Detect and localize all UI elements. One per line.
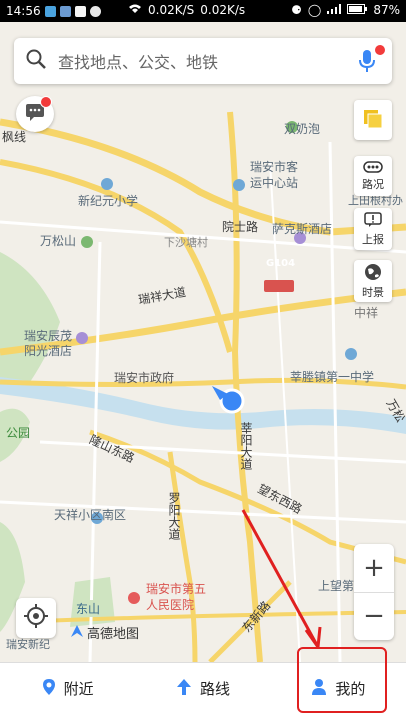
bluetooth-icon: ⚈ xyxy=(291,3,302,17)
map-label: 莘阳大道 xyxy=(239,422,253,470)
layers-button[interactable] xyxy=(354,100,392,140)
layers-icon xyxy=(362,108,384,133)
map-label: 瑞安市客 xyxy=(250,160,299,174)
globe-icon xyxy=(364,263,382,284)
status-bar: 14:56 0.02K/S 0.02K/s ⚈ ◯ 87% xyxy=(0,0,406,22)
map-view[interactable]: 枫线 双奶泡 瑞安市客 运中心站 上田根村办 新纪元小学 院士路 万松山 萨克斯… xyxy=(0,22,406,662)
message-button[interactable] xyxy=(16,96,54,132)
map-label: 运中心站 xyxy=(250,176,299,190)
map-label: 中祥 xyxy=(354,306,379,320)
map-label: 新纪元小学 xyxy=(78,194,139,208)
annotation-highlight xyxy=(297,647,387,713)
zoom-control: + − xyxy=(354,544,394,640)
street-view-button[interactable]: 时景 xyxy=(354,260,392,302)
tab-nearby-label: 附近 xyxy=(63,680,94,698)
traffic-label: 路况 xyxy=(362,177,384,191)
map-label: 下沙塘村 xyxy=(164,236,208,249)
speed-up: 0.02K/S xyxy=(148,3,195,17)
tab-route[interactable]: 路线 xyxy=(135,678,270,700)
report-button[interactable]: 上报 xyxy=(354,208,392,250)
app-icon xyxy=(59,5,71,17)
map-label: 阳光酒店 xyxy=(24,344,73,358)
gaode-logo-text: 高德地图 xyxy=(87,627,140,642)
wifi-icon xyxy=(128,3,142,17)
qq-icon xyxy=(89,5,101,17)
battery-level: 87% xyxy=(373,3,400,17)
zoom-out-button[interactable]: − xyxy=(354,593,394,639)
map-label: 东山 xyxy=(76,600,101,617)
map-label: 院士路 xyxy=(222,220,259,234)
map-label: 萨克斯酒店 xyxy=(272,222,333,236)
map-label: 瑞安市政府 xyxy=(114,371,175,385)
tab-nearby[interactable]: 附近 xyxy=(0,678,135,700)
pin-icon xyxy=(42,678,56,700)
map-label: 万松山 xyxy=(40,234,77,248)
alarm-icon: ◯ xyxy=(307,3,322,17)
map-label: 瑞安市第五 xyxy=(146,582,207,596)
map-label: 罗阳大道 xyxy=(167,492,181,540)
map-label: 天祥小区南区 xyxy=(54,508,127,522)
notification-dot xyxy=(374,44,386,56)
traffic-icon xyxy=(363,160,383,176)
tab-route-label: 路线 xyxy=(199,680,230,698)
battery-icon xyxy=(347,3,368,17)
speed-down: 0.02K/s xyxy=(200,3,246,17)
search-icon xyxy=(26,49,46,73)
map-label: 莘塍镇第一中学 xyxy=(290,370,375,384)
map-label: 人民医院 xyxy=(146,598,195,612)
route-arrow-icon xyxy=(176,678,192,700)
notification-dot xyxy=(40,96,52,108)
crosshair-icon xyxy=(24,604,48,632)
signal-icon xyxy=(327,3,342,17)
street-view-label: 时景 xyxy=(362,285,384,299)
locate-button[interactable] xyxy=(16,598,56,638)
app-icon xyxy=(44,5,56,17)
map-label: 公园 xyxy=(6,426,31,440)
traffic-button[interactable]: 路况 xyxy=(354,156,392,196)
zoom-in-button[interactable]: + xyxy=(354,544,394,593)
app-icon xyxy=(74,5,86,17)
report-label: 上报 xyxy=(362,232,384,246)
map-label: 瑞安新纪 xyxy=(6,638,50,651)
report-icon xyxy=(364,211,382,231)
map-label: 枫线 xyxy=(2,130,27,144)
gaode-logo: 高德地图 xyxy=(70,623,139,642)
search-bar[interactable]: 查找地点、公交、地铁 xyxy=(14,38,392,84)
map-label: 双奶泡 xyxy=(284,122,321,136)
map-label: G104 xyxy=(266,258,296,269)
status-time: 14:56 xyxy=(6,4,41,18)
search-input[interactable]: 查找地点、公交、地铁 xyxy=(58,49,218,73)
gaode-logo-icon xyxy=(70,624,84,642)
